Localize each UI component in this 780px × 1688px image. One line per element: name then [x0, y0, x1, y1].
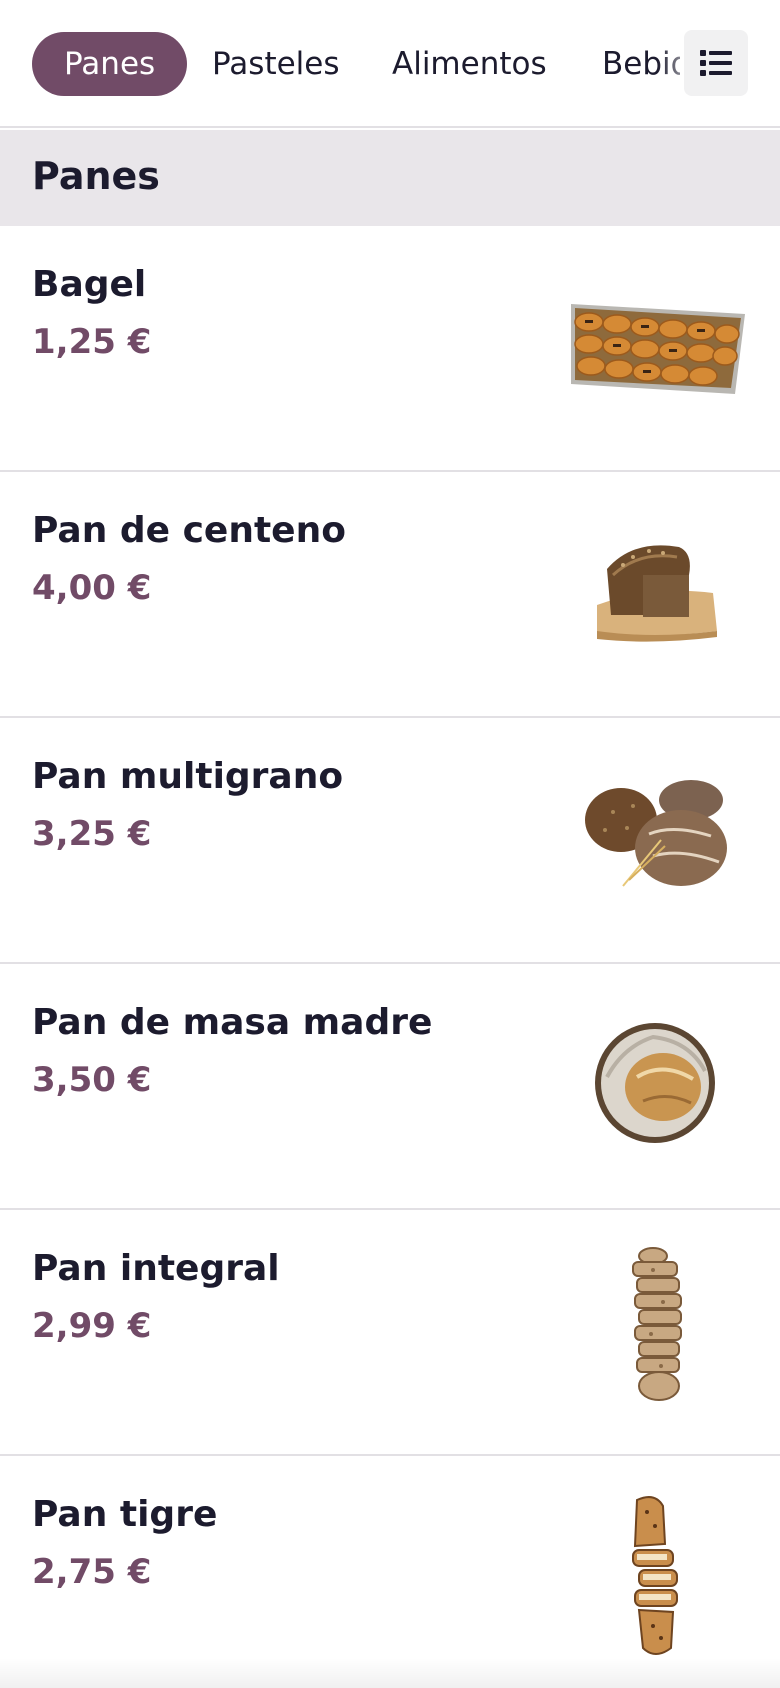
- product-price: 3,25 €: [32, 814, 152, 854]
- product-name: Pan integral: [32, 1248, 280, 1289]
- multigrain-loaves-image: [568, 766, 748, 906]
- product-name: Pan de centeno: [32, 510, 346, 551]
- tab-panes[interactable]: Panes: [32, 32, 188, 96]
- rye-loaf-image: [568, 520, 748, 660]
- category-bar: Panes Pasteles Alimentos Bebidas: [0, 0, 780, 128]
- tiger-bread-image: [568, 1492, 748, 1662]
- product-card[interactable]: Bagel 1,25 €: [0, 226, 780, 472]
- product-price: 2,99 €: [32, 1306, 152, 1346]
- product-price: 1,25 €: [32, 322, 152, 362]
- tab-alimentos[interactable]: Alimentos: [392, 32, 547, 96]
- product-card[interactable]: Pan integral 2,99 €: [0, 1210, 780, 1456]
- sliced-wholemeal-image: [568, 1246, 748, 1406]
- pastry-tray-image: [568, 274, 748, 414]
- product-price: 2,75 €: [32, 1552, 152, 1592]
- tab-bebidas[interactable]: Bebidas: [602, 32, 680, 96]
- product-name: Pan multigrano: [32, 756, 344, 797]
- list-icon: [700, 50, 732, 76]
- category-tabs: Panes Pasteles Alimentos Bebidas: [0, 0, 680, 128]
- product-price: 4,00 €: [32, 568, 152, 608]
- product-card[interactable]: Pan tigre 2,75 €: [0, 1456, 780, 1688]
- section-title: Panes: [32, 154, 160, 198]
- product-card[interactable]: Pan de centeno 4,00 €: [0, 472, 780, 718]
- section-header: Panes: [0, 130, 780, 226]
- sourdough-basket-image: [568, 1012, 748, 1152]
- product-name: Pan de masa madre: [32, 1002, 433, 1043]
- product-card[interactable]: Pan de masa madre 3,50 €: [0, 964, 780, 1210]
- product-price: 3,50 €: [32, 1060, 152, 1100]
- list-view-button[interactable]: [684, 30, 748, 96]
- tab-pasteles[interactable]: Pasteles: [212, 32, 340, 96]
- product-name: Bagel: [32, 264, 147, 305]
- product-card[interactable]: Pan multigrano 3,25 €: [0, 718, 780, 964]
- bottom-shadow: [0, 1658, 780, 1688]
- product-name: Pan tigre: [32, 1494, 218, 1535]
